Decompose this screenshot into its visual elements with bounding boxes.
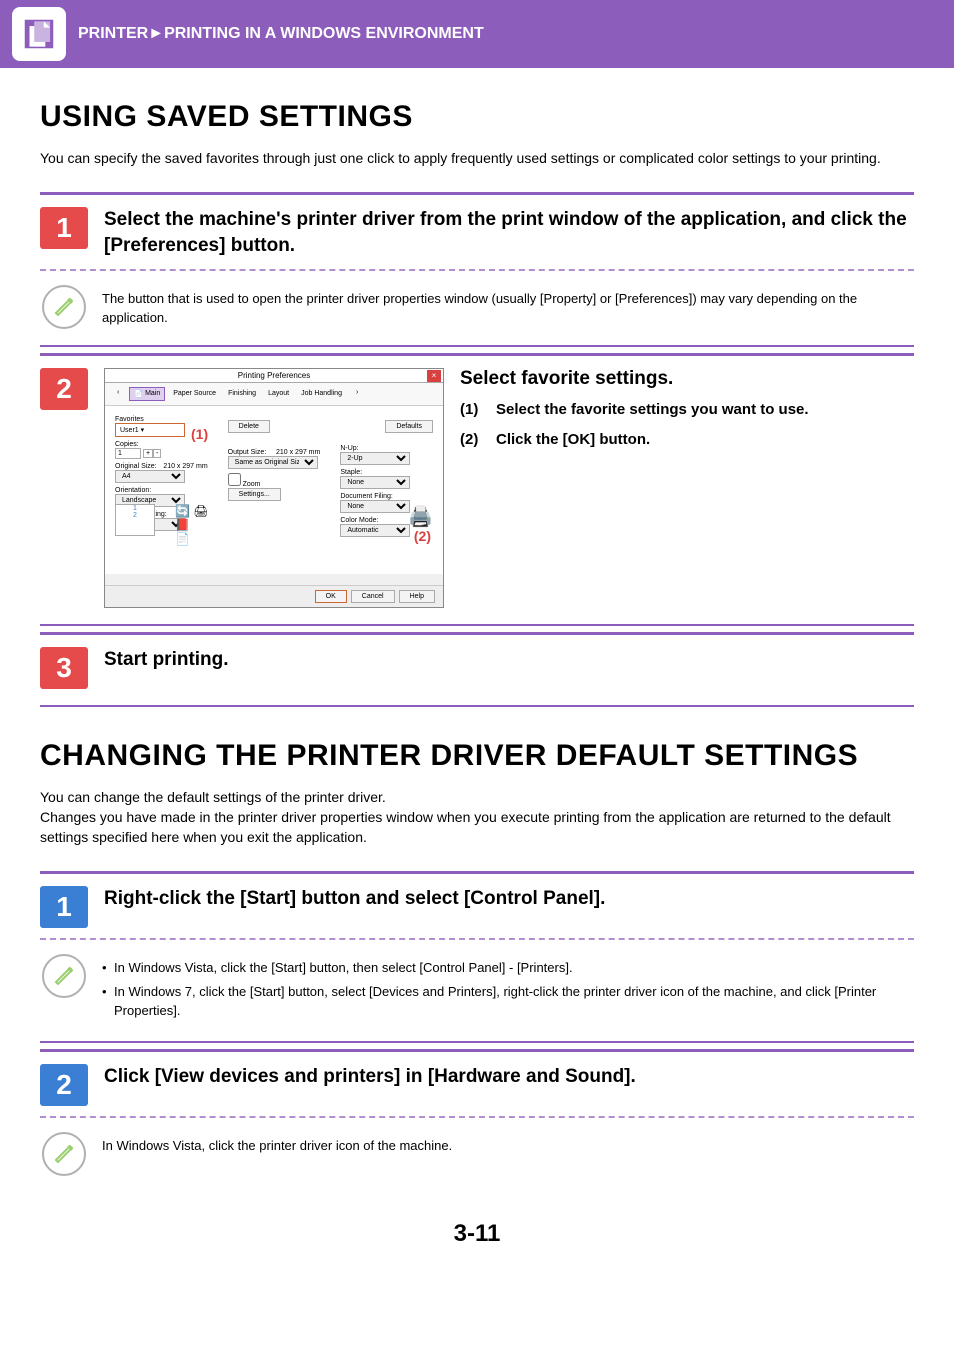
step-number: 1 [40, 207, 88, 249]
staple-select[interactable]: None [340, 476, 410, 489]
original-size-label: Original Size: [115, 463, 157, 470]
note-icon [42, 285, 86, 329]
zoom-checkbox[interactable] [228, 473, 241, 486]
note-text: In Windows Vista, click the printer driv… [102, 1132, 914, 1176]
step-heading: Start printing. [104, 647, 914, 673]
page-content: USING SAVED SETTINGS You can specify the… [0, 68, 954, 1268]
printer-page-icon [12, 7, 66, 61]
annotation-2: (2) [414, 528, 431, 544]
tab-finishing[interactable]: Finishing [224, 387, 260, 401]
favorites-select[interactable]: User1 ▾ [115, 423, 185, 437]
help-button[interactable]: Help [399, 590, 435, 603]
section2-intro: You can change the default settings of t… [40, 787, 914, 848]
dialog-title: Printing Preferences [238, 371, 310, 380]
tab-main[interactable]: 📄Main [129, 387, 165, 401]
section1-intro: You can specify the saved favorites thro… [40, 148, 914, 168]
note-list: In Windows Vista, click the [Start] butt… [102, 954, 914, 1025]
nup-select[interactable]: 2-Up [340, 452, 410, 465]
section2-title: CHANGING THE PRINTER DRIVER DEFAULT SETT… [40, 739, 914, 773]
copies-input[interactable] [115, 448, 141, 459]
dashed-separator [40, 1116, 914, 1118]
annotation-1: (1) [191, 426, 208, 442]
nup-label: N-Up: [340, 445, 358, 452]
s1-step3: 3 Start printing. [40, 632, 914, 707]
step-number: 3 [40, 647, 88, 689]
breadcrumb: PRINTER►PRINTING IN A WINDOWS ENVIRONMEN… [78, 25, 484, 43]
dashed-separator [40, 269, 914, 271]
printing-preferences-dialog: Printing Preferences × ‹ 📄Main Paper Sou… [104, 368, 444, 608]
step-number: 2 [40, 368, 88, 410]
step-heading: Select the machine's printer driver from… [104, 207, 914, 258]
close-icon[interactable]: × [427, 370, 441, 382]
note-item: In Windows Vista, click the [Start] butt… [102, 958, 914, 978]
tab-layout[interactable]: Layout [264, 387, 293, 401]
output-size-label: Output Size: [228, 449, 267, 456]
zoom-label: Zoom [243, 481, 261, 488]
step2-side-heading: Select favorite settings. [460, 368, 914, 390]
section1-title: USING SAVED SETTINGS [40, 100, 914, 134]
note-icon [42, 954, 86, 998]
output-size-select[interactable]: Same as Original Size [228, 456, 318, 469]
header-bar: PRINTER►PRINTING IN A WINDOWS ENVIRONMEN… [0, 0, 954, 68]
note-icon [42, 1132, 86, 1176]
delete-button[interactable]: Delete [228, 420, 270, 433]
cancel-button[interactable]: Cancel [351, 590, 395, 603]
note-item: In Windows 7, click the [Start] button, … [102, 982, 914, 1021]
tab-paper-source[interactable]: Paper Source [169, 387, 220, 401]
step-number: 1 [40, 886, 88, 928]
step-heading: Click [View devices and printers] in [Ha… [104, 1064, 914, 1090]
side-item-1: (1)Select the favorite settings you want… [460, 400, 914, 420]
settings-button[interactable]: Settings... [228, 488, 281, 501]
copies-label: Copies: [115, 441, 139, 448]
step-number: 2 [40, 1064, 88, 1106]
original-size-select[interactable]: A4 [115, 470, 185, 483]
orientation-label: Orientation: [115, 487, 151, 494]
note-text: The button that is used to open the prin… [102, 285, 914, 329]
s1-step2: 2 Printing Preferences × ‹ 📄Main Paper S… [40, 353, 914, 626]
favorites-label: Favorites [115, 416, 144, 423]
step-heading: Right-click the [Start] button and selec… [104, 886, 914, 912]
docfiling-label: Document Filing: [340, 493, 393, 500]
tab-job-handling[interactable]: Job Handling [297, 387, 346, 401]
s2-step1: 1 Right-click the [Start] button and sel… [40, 871, 914, 1043]
staple-label: Staple: [340, 469, 362, 476]
s1-step1: 1 Select the machine's printer driver fr… [40, 192, 914, 346]
s2-step2: 2 Click [View devices and printers] in [… [40, 1049, 914, 1192]
side-item-2: (2)Click the [OK] button. [460, 430, 914, 450]
page-number: 3-11 [40, 1220, 914, 1248]
ok-button[interactable]: OK [315, 590, 347, 603]
defaults-button[interactable]: Defaults [385, 420, 433, 433]
dialog-tabs: ‹ 📄Main Paper Source Finishing Layout Jo… [105, 383, 443, 406]
dashed-separator [40, 938, 914, 940]
